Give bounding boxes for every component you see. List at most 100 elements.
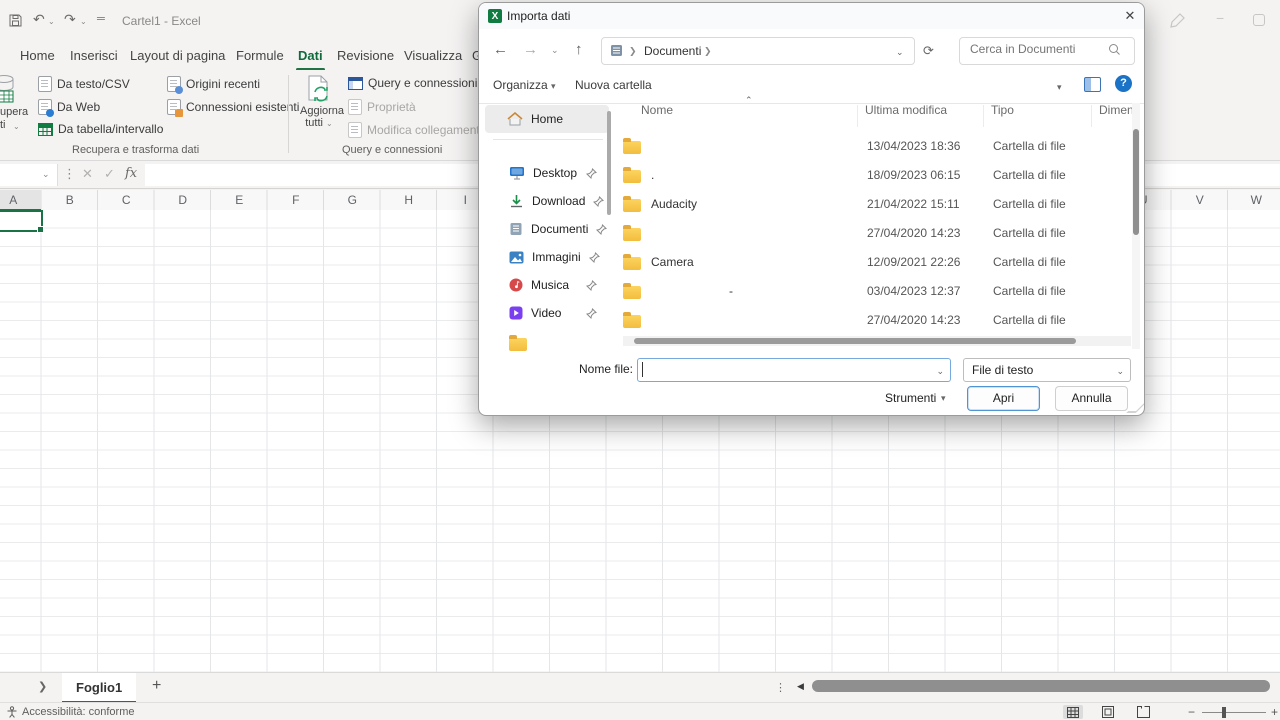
- qat-customize-icon[interactable]: ═: [97, 12, 105, 26]
- hscroll-left-arrow-icon[interactable]: ◀: [797, 681, 804, 692]
- aggiorna-tutti-button[interactable]: Aggiorna tutti ⌄: [300, 74, 338, 130]
- apri-button[interactable]: Apri: [967, 386, 1040, 411]
- col-V[interactable]: V: [1172, 193, 1229, 207]
- horizontal-scrollbar-thumb[interactable]: [812, 680, 1270, 692]
- list-hscrollbar-thumb[interactable]: [634, 338, 1076, 344]
- accessibility-status[interactable]: Accessibilità: conforme: [22, 706, 135, 718]
- da-tabella-button[interactable]: Da tabella/intervallo: [38, 122, 163, 136]
- sheet-tab-foglio1[interactable]: Foglio1: [62, 673, 136, 704]
- scrollbar-dots-icon[interactable]: ⋮: [775, 681, 786, 694]
- nuova-cartella-button[interactable]: Nuova cartella: [575, 78, 652, 92]
- view-mode-chevron-icon[interactable]: ▾: [1057, 82, 1062, 93]
- sidebar-item-home[interactable]: Home: [485, 105, 609, 133]
- header-dimensione[interactable]: Dimen: [1099, 103, 1134, 117]
- cancel-entry-icon: ✕: [82, 166, 93, 182]
- forward-icon[interactable]: →: [523, 41, 538, 58]
- file-row-5[interactable]: Camera 12/09/2021 22:26 Cartella di file: [623, 247, 1129, 276]
- col-E[interactable]: E: [211, 193, 268, 207]
- zoom-slider-thumb[interactable]: [1222, 707, 1226, 718]
- file-row-4[interactable]: 27/04/2020 14:23 Cartella di file: [623, 218, 1129, 247]
- normal-view-button[interactable]: [1063, 705, 1083, 719]
- file-row-6[interactable]: - 03/04/2023 12:37 Cartella di file: [623, 276, 1129, 305]
- undo-icon[interactable]: ↶: [33, 12, 45, 26]
- tab-layout[interactable]: Layout di pagina: [128, 46, 227, 65]
- strumenti-button[interactable]: Strumenti: [885, 391, 936, 405]
- query-connessioni-button[interactable]: Query e connessioni: [348, 76, 477, 90]
- col-C[interactable]: C: [98, 193, 155, 207]
- tab-inserisci[interactable]: Inserisci: [68, 46, 120, 65]
- add-sheet-button[interactable]: +: [152, 677, 161, 695]
- list-scrollbar-thumb[interactable]: [1133, 129, 1139, 235]
- page-layout-view-button[interactable]: [1098, 705, 1118, 719]
- header-nome[interactable]: Nome: [641, 103, 673, 117]
- col-G[interactable]: G: [324, 193, 381, 207]
- sidebar-item-folder[interactable]: [485, 329, 609, 357]
- file-row-2[interactable]: . 18/09/2023 06:15 Cartella di file: [623, 160, 1129, 189]
- strumenti-chevron-icon[interactable]: ▾: [941, 393, 946, 404]
- connessioni-esistenti-button[interactable]: Connessioni esistenti: [167, 99, 299, 115]
- col-H[interactable]: H: [381, 193, 438, 207]
- breadcrumb[interactable]: ❯ Documenti ❯ ⌄: [601, 37, 915, 65]
- file-row-1[interactable]: 13/04/2023 18:36 Cartella di file: [623, 131, 1129, 160]
- da-testo-csv-button[interactable]: Da testo/CSV: [38, 76, 130, 92]
- workbook-title: Cartel1 - Excel: [122, 14, 201, 28]
- proprieta-label: Proprietà: [367, 100, 416, 114]
- preview-pane-icon[interactable]: [1084, 77, 1101, 92]
- da-web-button[interactable]: Da Web: [38, 99, 100, 115]
- search-box[interactable]: [959, 37, 1135, 65]
- help-icon[interactable]: ?: [1115, 75, 1132, 92]
- page-break-view-button[interactable]: [1133, 705, 1153, 719]
- header-tipo[interactable]: Tipo: [991, 103, 1014, 117]
- refresh-icon[interactable]: ⟳: [923, 43, 934, 59]
- col-B[interactable]: B: [42, 193, 99, 207]
- sidebar-item-video[interactable]: Video: [485, 299, 609, 327]
- tab-revisione[interactable]: Revisione: [335, 46, 396, 65]
- sidebar-item-musica[interactable]: Musica: [485, 271, 609, 299]
- sidebar-item-desktop[interactable]: Desktop: [485, 159, 609, 187]
- back-icon[interactable]: ←: [493, 41, 508, 58]
- tab-visualizza[interactable]: Visualizza: [402, 46, 464, 65]
- breadcrumb-documenti[interactable]: Documenti: [644, 44, 701, 58]
- file-row-7[interactable]: 27/04/2020 14:23 Cartella di file: [623, 305, 1129, 334]
- col-A[interactable]: A: [0, 193, 42, 207]
- tab-home[interactable]: Home: [18, 46, 57, 65]
- zoom-in-button[interactable]: +: [1271, 705, 1278, 719]
- up-icon[interactable]: ↑: [575, 41, 583, 58]
- selected-cell-a1[interactable]: [0, 210, 43, 232]
- recent-locations-chevron-icon[interactable]: ⌄: [551, 45, 559, 56]
- tab-formule[interactable]: Formule: [234, 46, 286, 65]
- sidebar-scrollbar-thumb[interactable]: [607, 111, 611, 215]
- filename-input[interactable]: ⌄: [637, 358, 951, 382]
- status-bar: Accessibilità: conforme − +: [0, 702, 1280, 720]
- sidebar-item-immagini[interactable]: Immagini: [485, 243, 609, 271]
- address-dropdown-icon[interactable]: ⌄: [896, 47, 904, 58]
- sidebar-item-documenti[interactable]: Documenti: [485, 215, 609, 243]
- col-W[interactable]: W: [1228, 193, 1280, 207]
- save-icon[interactable]: [8, 13, 23, 28]
- namebox-chevron-icon[interactable]: ⌄: [42, 169, 50, 180]
- origini-recenti-button[interactable]: Origini recenti: [167, 76, 260, 92]
- search-input[interactable]: [968, 41, 1102, 57]
- col-F[interactable]: F: [268, 193, 325, 207]
- sidebar-item-download[interactable]: Download: [485, 187, 609, 215]
- filename-dropdown-icon[interactable]: ⌄: [936, 366, 944, 377]
- undo-dropdown-icon[interactable]: ⌄: [48, 17, 55, 26]
- insert-function-icon[interactable]: fx: [125, 166, 137, 181]
- redo-icon[interactable]: ↷: [64, 12, 76, 26]
- sheet-nav-chevron-icon[interactable]: ❯: [38, 680, 47, 693]
- col-D[interactable]: D: [155, 193, 212, 207]
- filetype-select[interactable]: File di testo ⌄: [963, 358, 1131, 382]
- annulla-button[interactable]: Annulla: [1055, 386, 1128, 411]
- minimize-icon[interactable]: −: [1216, 10, 1224, 26]
- restore-icon[interactable]: [1253, 14, 1265, 26]
- tab-dati[interactable]: Dati: [296, 46, 325, 65]
- header-ultima-modifica[interactable]: Ultima modifica: [865, 103, 947, 117]
- redo-dropdown-icon[interactable]: ⌄: [80, 17, 87, 26]
- zoom-out-button[interactable]: −: [1188, 705, 1195, 719]
- resize-grip[interactable]: [1126, 403, 1145, 413]
- drag-dots-icon[interactable]: ⋮: [63, 166, 76, 182]
- zoom-slider-track[interactable]: [1202, 712, 1266, 713]
- dialog-close-button[interactable]: ✕: [1119, 6, 1141, 26]
- file-row-3[interactable]: Audacity 21/04/2022 15:11 Cartella di fi…: [623, 189, 1129, 218]
- organizza-button[interactable]: Organizza ▾: [493, 78, 556, 92]
